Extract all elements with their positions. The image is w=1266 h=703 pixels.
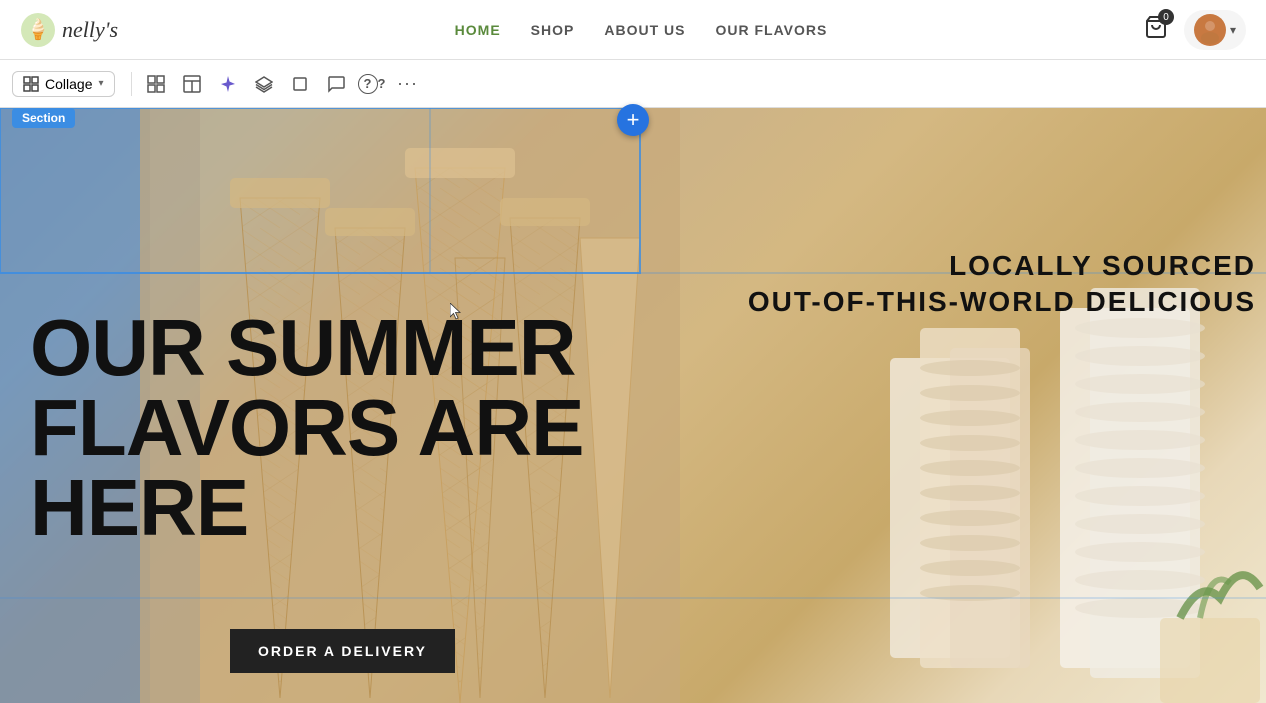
chevron-down-icon: ▾: [1230, 23, 1236, 37]
main-content: OUR SUMMER FLAVORS ARE HERE LOCALLY SOUR…: [0, 108, 1266, 703]
hero-right-text: LOCALLY SOURCED OUT-OF-THIS-WORLD DELICI…: [748, 248, 1256, 321]
layout-grid-button[interactable]: [140, 68, 172, 100]
layers-icon: [255, 75, 273, 93]
user-menu[interactable]: ▾: [1184, 10, 1246, 50]
right-line-2: OUT-OF-THIS-WORLD DELICIOUS: [748, 284, 1256, 320]
more-button[interactable]: ···: [392, 68, 424, 100]
right-line-1: LOCALLY SOURCED: [748, 248, 1256, 284]
logo-icon: 🍦: [20, 12, 56, 48]
toolbar-divider-1: [131, 72, 132, 96]
layers-button[interactable]: [248, 68, 280, 100]
headline-line-2: FLAVORS ARE: [30, 388, 583, 468]
svg-text:🍦: 🍦: [26, 17, 51, 41]
add-section-button[interactable]: +: [617, 104, 649, 136]
nav-bar: 🍦 nelly's HOME SHOP ABOUT US OUR FLAVORS…: [0, 0, 1266, 60]
collage-selector[interactable]: Collage ▾: [12, 71, 115, 97]
logo-text: nelly's: [62, 17, 118, 43]
section-label[interactable]: Section: [12, 108, 75, 128]
hero-headline: OUR SUMMER FLAVORS ARE HERE: [30, 308, 583, 548]
more-icon: ···: [397, 73, 418, 94]
nav-link-shop[interactable]: SHOP: [531, 22, 575, 38]
cta-label: ORDER A DELIVERY: [258, 643, 427, 659]
nav-logo[interactable]: 🍦 nelly's: [0, 12, 138, 48]
crop-icon: [291, 75, 309, 93]
comment-button[interactable]: [320, 68, 352, 100]
user-avatar: [1194, 14, 1226, 46]
nav-right: 0 ▾: [1144, 10, 1266, 50]
sparkle-icon: [219, 75, 237, 93]
nav-link-home[interactable]: HOME: [455, 22, 501, 38]
plus-icon: +: [627, 107, 640, 133]
headline-line-3: HERE: [30, 468, 583, 548]
nav-link-flavors[interactable]: OUR FLAVORS: [715, 22, 827, 38]
section-label-text: Section: [22, 111, 65, 125]
sparkle-button[interactable]: [212, 68, 244, 100]
cta-button[interactable]: ORDER A DELIVERY: [230, 629, 455, 673]
grid-icon: [23, 76, 39, 92]
cart-badge: 0: [1158, 9, 1174, 25]
layout-icon: [183, 75, 201, 93]
help-button[interactable]: ? ?: [356, 68, 388, 100]
toolbar: Collage ▾ ? ? ···: [0, 60, 1266, 108]
collage-label: Collage: [45, 76, 92, 92]
layout-button[interactable]: [176, 68, 208, 100]
comment-icon: [327, 75, 345, 93]
crop-button[interactable]: [284, 68, 316, 100]
collage-chevron: ▾: [98, 78, 103, 89]
headline-line-1: OUR SUMMER: [30, 308, 583, 388]
cart-button[interactable]: 0: [1144, 15, 1168, 44]
help-icon: ?: [358, 74, 378, 94]
layout-grid-icon: [147, 75, 165, 93]
nav-links: HOME SHOP ABOUT US OUR FLAVORS: [138, 22, 1144, 38]
nav-link-about[interactable]: ABOUT US: [604, 22, 685, 38]
